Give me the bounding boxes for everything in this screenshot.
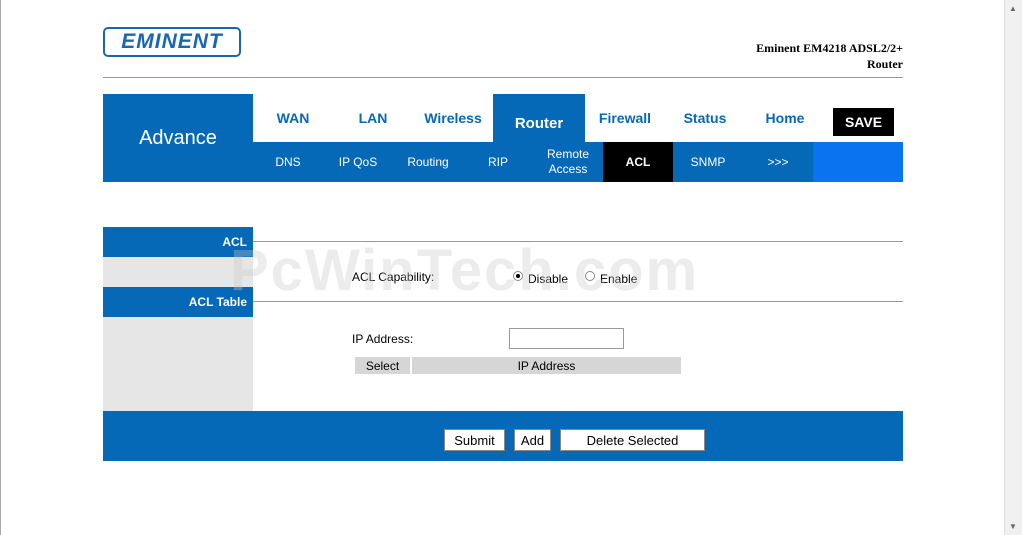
top-navigation: WAN LAN Wireless Router Firewall Status … [253, 94, 903, 142]
subtab-routing[interactable]: Routing [393, 142, 463, 182]
model-line-2: Router [867, 57, 903, 71]
tab-status[interactable]: Status [665, 94, 745, 142]
section-divider [253, 241, 903, 242]
subtab-ip-qos[interactable]: IP QoS [323, 142, 393, 182]
enable-radio[interactable] [585, 271, 595, 281]
tab-home[interactable]: Home [745, 94, 825, 142]
header-divider [103, 77, 903, 78]
ip-address-input[interactable] [509, 328, 624, 349]
tab-wireless[interactable]: Wireless [413, 94, 493, 142]
tab-router[interactable]: Router [493, 94, 585, 142]
subtab-snmp[interactable]: SNMP [673, 142, 743, 182]
scroll-up-icon[interactable]: ▲ [1009, 4, 1017, 13]
disable-radio-label[interactable]: Disable [528, 272, 568, 286]
tab-wan[interactable]: WAN [253, 94, 333, 142]
add-button[interactable]: Add [514, 429, 551, 451]
acl-capability-label: ACL Capability: [352, 270, 435, 284]
section-divider [253, 301, 903, 302]
tab-lan[interactable]: LAN [333, 94, 413, 142]
table-header-ip-address: IP Address [412, 357, 681, 374]
scroll-down-icon[interactable]: ▼ [1009, 522, 1017, 531]
enable-radio-label[interactable]: Enable [600, 272, 637, 286]
subtab-dns[interactable]: DNS [253, 142, 323, 182]
tab-firewall[interactable]: Firewall [585, 94, 665, 142]
watermark: PcWinTech.com [230, 238, 700, 303]
subnav-filler [813, 142, 903, 182]
sub-navigation: DNS IP QoS Routing RIP Remote Access ACL… [253, 142, 903, 182]
window-border [0, 0, 1, 535]
table-header-select: Select [355, 357, 410, 374]
subtab-remote-access[interactable]: Remote Access [533, 142, 603, 182]
sidebar-spacer [103, 317, 253, 411]
subtab-rip[interactable]: RIP [463, 142, 533, 182]
save-button[interactable]: SAVE [833, 108, 894, 136]
section-title-text: Advance [139, 126, 217, 149]
delete-selected-button[interactable]: Delete Selected [560, 429, 705, 451]
eminent-logo: EMINENT [103, 27, 241, 57]
vertical-scrollbar[interactable]: ▲ ▼ [1004, 0, 1022, 535]
model-line-1: Eminent EM4218 ADSL2/2+ [756, 41, 903, 55]
subtab-more[interactable]: >>> [743, 142, 813, 182]
model-name: Eminent EM4218 ADSL2/2+ Router [683, 40, 903, 72]
section-title: Advance [103, 94, 253, 182]
sidebar-acl-heading: ACL [103, 227, 253, 257]
subtab-acl[interactable]: ACL [603, 142, 673, 182]
disable-radio[interactable] [513, 271, 523, 281]
ip-address-label: IP Address: [352, 332, 414, 346]
sidebar-spacer [103, 257, 253, 287]
submit-button[interactable]: Submit [444, 429, 505, 451]
logo-text: EMINENT [121, 30, 223, 53]
sidebar-acl-table-heading: ACL Table [103, 287, 253, 317]
